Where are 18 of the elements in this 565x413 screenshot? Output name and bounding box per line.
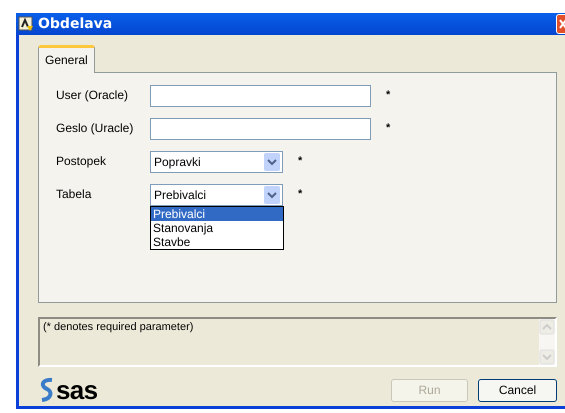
required-mark: * (386, 121, 390, 136)
dropdown-option[interactable]: Prebivalci (151, 207, 283, 221)
dropdown-option[interactable]: Stavbe (151, 235, 283, 249)
required-mark: * (298, 154, 302, 169)
field-label: Tabela (56, 186, 92, 203)
window-title: Obdelava (38, 14, 112, 34)
dropdown-option[interactable]: Stanovanja (151, 221, 283, 235)
field-label: Postopek (56, 153, 108, 170)
tab[interactable]: General (38, 45, 95, 73)
sas-logo: sas (38, 377, 98, 403)
dialog-button[interactable]: Cancel (478, 378, 557, 402)
dropdown[interactable]: Prebivalci (150, 184, 283, 206)
message-text: (* denotes required parameter) (42, 320, 194, 335)
dropdown[interactable]: Popravki (150, 151, 283, 173)
required-mark: * (298, 187, 302, 202)
field-label: Geslo (Uracle) (56, 120, 134, 137)
field-label: User (Oracle) (56, 87, 130, 104)
required-mark: * (386, 88, 390, 103)
